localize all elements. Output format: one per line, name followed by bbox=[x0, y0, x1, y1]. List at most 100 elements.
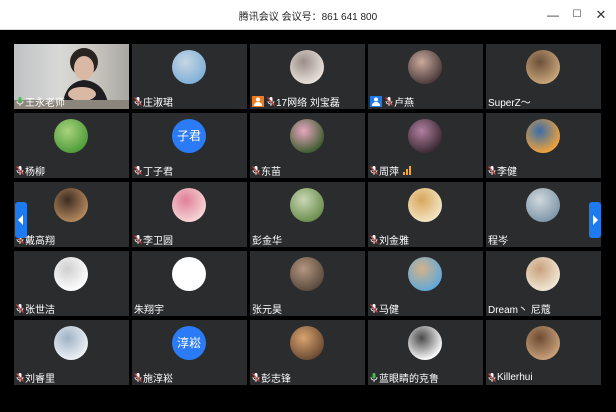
participant-tile[interactable]: 张世洁 bbox=[14, 251, 129, 316]
avatar bbox=[408, 257, 442, 291]
participant-tile[interactable]: 刘睿里 bbox=[14, 320, 129, 385]
title-bar: 腾讯会议 会议号：861 641 800 — ☐ ✕ bbox=[0, 0, 616, 30]
participant-tile[interactable]: 王永老师 bbox=[14, 44, 129, 109]
participant-name: 刘金雅 bbox=[379, 235, 409, 247]
participant-name: 朱翔宇 bbox=[134, 304, 164, 316]
participant-name: 彭金华 bbox=[252, 235, 282, 247]
participant-tile[interactable]: 李卫圆 bbox=[132, 182, 247, 247]
participant-label: 马健 bbox=[370, 302, 399, 316]
participant-tile[interactable]: SuperZ～ bbox=[486, 44, 601, 109]
close-button[interactable]: ✕ bbox=[592, 6, 610, 24]
participant-name: 程岑 bbox=[488, 235, 508, 247]
avatar bbox=[408, 326, 442, 360]
avatar bbox=[290, 257, 324, 291]
microphone-muted-icon bbox=[488, 372, 496, 382]
participant-tile[interactable]: 马健 bbox=[368, 251, 483, 316]
participant-name: 彭志锋 bbox=[261, 373, 291, 385]
participant-label: 17网络 刘宝磊 bbox=[252, 95, 340, 109]
maximize-button[interactable]: ☐ bbox=[568, 6, 586, 24]
participant-tile[interactable]: 戴高翔 bbox=[14, 182, 129, 247]
participant-tile[interactable]: 张元昊 bbox=[250, 251, 365, 316]
participant-name: 施淳崧 bbox=[143, 373, 173, 385]
avatar bbox=[408, 188, 442, 222]
participant-tile[interactable]: 朱翔宇 bbox=[132, 251, 247, 316]
avatar bbox=[526, 119, 560, 153]
participant-tile[interactable]: 彭志锋 bbox=[250, 320, 365, 385]
avatar bbox=[172, 50, 206, 84]
participant-tile[interactable]: 刘金雅 bbox=[368, 182, 483, 247]
participant-label: 卢燕 bbox=[370, 95, 414, 109]
participant-label: 李健 bbox=[488, 164, 517, 178]
sharing-screen-icon bbox=[252, 95, 264, 107]
avatar bbox=[54, 257, 88, 291]
participant-tile[interactable]: 蓝眼睛的克鲁 bbox=[368, 320, 483, 385]
participant-tile[interactable]: 程岑 bbox=[486, 182, 601, 247]
participant-tile[interactable]: 子君丁子君 bbox=[132, 113, 247, 178]
participant-label: 周萍 bbox=[370, 164, 411, 178]
avatar bbox=[54, 119, 88, 153]
participant-tile[interactable]: 东苗 bbox=[250, 113, 365, 178]
participant-name: 戴高翔 bbox=[25, 235, 55, 247]
participant-tile[interactable]: Killerhui bbox=[486, 320, 601, 385]
avatar: 子君 bbox=[172, 119, 206, 153]
avatar bbox=[54, 188, 88, 222]
avatar: 淳崧 bbox=[172, 326, 206, 360]
microphone-on-icon bbox=[370, 372, 378, 382]
participant-name: 卢燕 bbox=[394, 97, 414, 109]
microphone-muted-icon bbox=[134, 96, 142, 106]
participant-name: 刘睿里 bbox=[25, 373, 55, 385]
participant-label: 丁子君 bbox=[134, 164, 173, 178]
participant-label: 施淳崧 bbox=[134, 371, 173, 385]
avatar bbox=[290, 119, 324, 153]
participant-tile[interactable]: 17网络 刘宝磊 bbox=[250, 44, 365, 109]
microphone-muted-icon bbox=[488, 165, 496, 175]
participant-name: 李卫圆 bbox=[143, 235, 173, 247]
participant-tile[interactable]: 淳崧施淳崧 bbox=[132, 320, 247, 385]
participant-tile[interactable]: 彭金华 bbox=[250, 182, 365, 247]
participant-name: 蓝眼睛的克鲁 bbox=[379, 373, 439, 385]
microphone-on-icon bbox=[16, 96, 24, 106]
participant-name: 丁子君 bbox=[143, 166, 173, 178]
participant-label: 李卫圆 bbox=[134, 233, 173, 247]
participant-tile[interactable]: 李健 bbox=[486, 113, 601, 178]
participant-label: 彭志锋 bbox=[252, 371, 291, 385]
participant-grid: 王永老师 庄淑珺 17网络 刘宝磊 卢燕 SuperZ～ 杨柳 子君 丁子君 东苗 周萍 李健 戴高翔… bbox=[14, 44, 602, 390]
participant-label: 程岑 bbox=[488, 233, 508, 247]
participant-label: 庄淑珺 bbox=[134, 95, 173, 109]
participant-label: 刘睿里 bbox=[16, 371, 55, 385]
participant-tile[interactable]: Dream丶 尼蔻 bbox=[486, 251, 601, 316]
chevron-left-icon bbox=[18, 215, 23, 225]
participant-name: 张元昊 bbox=[252, 304, 282, 316]
microphone-muted-icon bbox=[370, 303, 378, 313]
microphone-muted-icon bbox=[16, 372, 24, 382]
participant-name: 杨柳 bbox=[25, 166, 45, 178]
participant-name: 王永老师 bbox=[25, 97, 65, 109]
minimize-button[interactable]: — bbox=[544, 6, 562, 24]
chevron-right-icon bbox=[593, 215, 598, 225]
microphone-muted-icon bbox=[134, 165, 142, 175]
prev-page-button[interactable] bbox=[15, 202, 27, 238]
next-page-button[interactable] bbox=[589, 202, 601, 238]
participant-tile[interactable]: 周萍 bbox=[368, 113, 483, 178]
participant-tile[interactable]: 杨柳 bbox=[14, 113, 129, 178]
signal-strength-icon bbox=[403, 165, 411, 175]
window-title: 腾讯会议 会议号：861 641 800 bbox=[238, 12, 378, 23]
avatar bbox=[290, 188, 324, 222]
avatar bbox=[172, 188, 206, 222]
participant-name: 庄淑珺 bbox=[143, 97, 173, 109]
participant-name: 17网络 刘宝磊 bbox=[276, 97, 340, 109]
participant-name: 周萍 bbox=[379, 166, 399, 178]
participant-label: 东苗 bbox=[252, 164, 281, 178]
avatar bbox=[526, 188, 560, 222]
avatar bbox=[290, 50, 324, 84]
participant-name: Killerhui bbox=[497, 371, 533, 383]
avatar bbox=[526, 50, 560, 84]
participant-name: 李健 bbox=[497, 166, 517, 178]
participant-label: 张元昊 bbox=[252, 302, 282, 316]
participant-tile[interactable]: 卢燕 bbox=[368, 44, 483, 109]
avatar bbox=[526, 257, 560, 291]
microphone-muted-icon bbox=[16, 165, 24, 175]
avatar bbox=[290, 326, 324, 360]
participant-tile[interactable]: 庄淑珺 bbox=[132, 44, 247, 109]
avatar bbox=[54, 326, 88, 360]
